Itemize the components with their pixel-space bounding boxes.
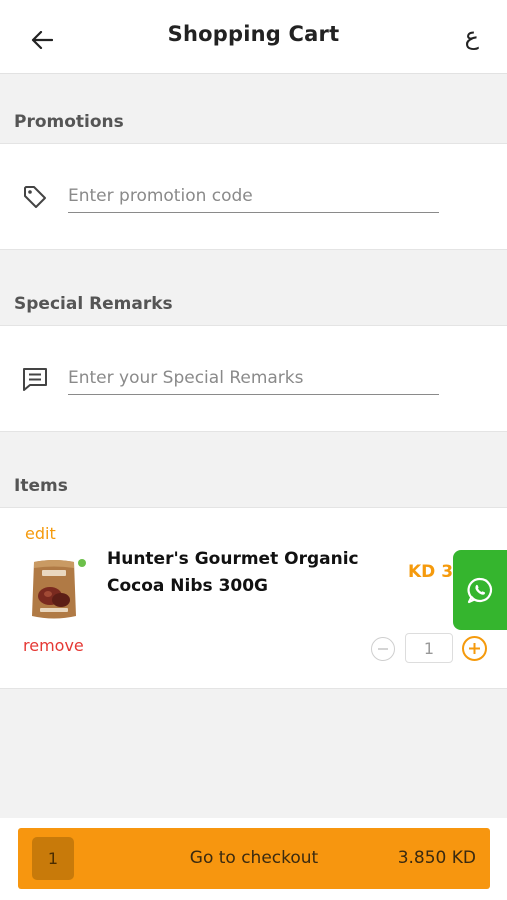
product-price: KD 3.	[408, 562, 460, 582]
product-status-dot	[78, 559, 86, 567]
edit-item-link[interactable]: edit	[25, 524, 56, 543]
increase-quantity-button[interactable]	[462, 636, 487, 661]
promotion-code-input[interactable]	[68, 179, 439, 213]
items-section-label: Items	[14, 476, 68, 496]
page-title: Shopping Cart	[167, 22, 340, 46]
whatsapp-button[interactable]	[453, 550, 507, 630]
quantity-value[interactable]: 1	[405, 633, 453, 663]
special-remarks-section-label: Special Remarks	[14, 294, 173, 314]
app-header: Shopping Cart ع	[0, 0, 507, 74]
comment-icon	[22, 366, 48, 392]
checkout-button[interactable]: 1 Go to checkout 3.850 KD	[18, 828, 490, 889]
plus-icon	[469, 643, 480, 654]
remove-item-link[interactable]: remove	[23, 636, 84, 655]
whatsapp-icon	[467, 577, 493, 604]
language-toggle-button[interactable]: ع	[465, 22, 479, 50]
minus-icon	[378, 648, 388, 650]
promotions-section-label: Promotions	[14, 112, 124, 132]
promotions-panel	[0, 143, 507, 250]
checkout-footer: 1 Go to checkout 3.850 KD	[0, 818, 507, 900]
decrease-quantity-button[interactable]	[371, 637, 395, 661]
special-remarks-panel	[0, 325, 507, 432]
checkout-total: 3.850 KD	[397, 848, 476, 868]
special-remarks-input[interactable]	[68, 361, 439, 395]
cart-item-row: edit Hunter's Gourmet Organic Cocoa Nibs…	[0, 507, 507, 689]
product-name: Hunter's Gourmet Organic Cocoa Nibs 300G	[107, 549, 359, 596]
tag-icon	[22, 184, 48, 210]
product-image	[28, 558, 80, 622]
